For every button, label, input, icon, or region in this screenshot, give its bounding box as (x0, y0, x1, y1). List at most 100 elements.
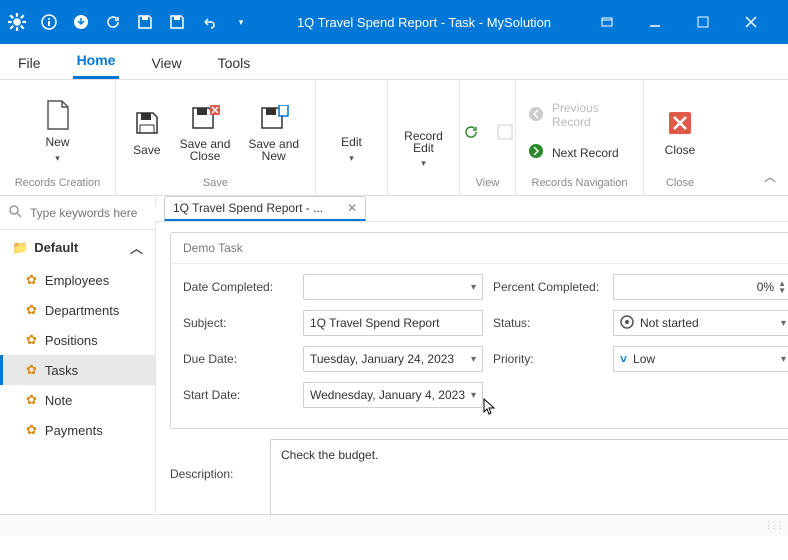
save-button[interactable]: Save (124, 92, 170, 172)
window-title: 1Q Travel Spend Report - Task - MySoluti… (250, 15, 598, 30)
sidebar-item-label: Tasks (45, 363, 78, 378)
label-priority: Priority: (493, 352, 603, 366)
label-status: Status: (493, 316, 603, 330)
start-date-field[interactable]: Wednesday, January 4, 2023 ▾ (303, 382, 483, 408)
ribbon-group-label: View (468, 177, 507, 191)
due-date-field[interactable]: Tuesday, January 24, 2023 ▾ (303, 346, 483, 372)
close-icon (664, 107, 696, 139)
label-subject: Subject: (183, 316, 293, 330)
label-due-date: Due Date: (183, 352, 293, 366)
minimize-icon[interactable] (646, 13, 664, 31)
save-close-button[interactable]: Save and Close (172, 92, 239, 172)
record-edit-button[interactable]: Record Edit ▾ (396, 92, 451, 172)
ribbon-group-save: Save Save and Close Save and New Save (116, 80, 316, 195)
sidebar-group-label: Default (34, 240, 78, 255)
ribbon-group-label: Records Navigation (524, 177, 635, 191)
priority-field[interactable]: ˅ Low ▾ (613, 346, 788, 372)
tab-close-icon[interactable]: ✕ (347, 201, 357, 215)
chevron-down-icon: ▾ (471, 390, 476, 401)
form-panel: Demo Task Date Completed: ▾ Percent Comp… (170, 232, 788, 429)
percent-completed-field[interactable]: 0% ▲▼ (613, 274, 788, 300)
field-value: 1Q Travel Spend Report (310, 316, 439, 330)
document-icon (42, 99, 74, 131)
folder-icon: 📁 (12, 240, 28, 256)
sidebar-item-note[interactable]: ✿ Note (0, 385, 155, 415)
menu-view[interactable]: View (147, 49, 185, 79)
qat-more-icon[interactable]: ▾ (232, 13, 250, 31)
body-area: 📁 Default ︿ ✿ Employees ✿ Departments ✿ … (0, 196, 788, 514)
sidebar-item-employees[interactable]: ✿ Employees (0, 265, 155, 295)
date-completed-field[interactable]: ▾ (303, 274, 483, 300)
menu-tools[interactable]: Tools (214, 49, 255, 79)
info-icon[interactable] (40, 13, 58, 31)
menu-home[interactable]: Home (73, 46, 120, 79)
save-quick-icon[interactable] (136, 13, 154, 31)
status-bar: ⋮⋮⋮ (0, 514, 788, 536)
form-grid: Date Completed: ▾ Percent Completed: 0% … (171, 264, 788, 418)
refresh-icon[interactable] (104, 13, 122, 31)
ribbon-group-record-edit: Record Edit ▾ (388, 80, 460, 195)
document-tab[interactable]: 1Q Travel Spend Report - ... ✕ (164, 196, 366, 221)
ribbon-group-records-creation: New ▾ Records Creation (0, 80, 116, 195)
arrow-left-circle-icon (528, 106, 544, 125)
search-icon (8, 204, 22, 221)
chevron-down-icon: ▾ (471, 282, 476, 293)
gear-icon: ✿ (26, 272, 37, 288)
save-close-icon (189, 102, 221, 134)
chevron-down-icon: ▾ (471, 354, 476, 365)
ribbon-group-close: Close Close (644, 80, 716, 195)
new-button[interactable]: New ▾ (28, 92, 88, 172)
new-label: New (45, 135, 69, 149)
save-close-quick-icon[interactable] (168, 13, 186, 31)
resize-grip-icon[interactable]: ⋮⋮⋮ (764, 520, 782, 531)
save-label: Save (133, 143, 160, 157)
download-icon[interactable] (72, 13, 90, 31)
sidebar-item-positions[interactable]: ✿ Positions (0, 325, 155, 355)
app-gear-icon[interactable] (8, 13, 26, 31)
form-title: Demo Task (171, 233, 788, 264)
sidebar-item-tasks[interactable]: ✿ Tasks (0, 355, 155, 385)
spinner-icon[interactable]: ▲▼ (778, 280, 786, 294)
close-window-icon[interactable] (742, 13, 760, 31)
menu-bar: File Home View Tools (0, 44, 788, 80)
ribbon-group-label: Save (124, 177, 307, 191)
quick-access-toolbar: ▾ (8, 13, 250, 31)
ribbon-display-icon[interactable] (598, 13, 616, 31)
description-field[interactable]: Check the budget. (270, 439, 788, 515)
undo-icon[interactable] (200, 13, 218, 31)
save-new-icon (258, 102, 290, 134)
gear-icon: ✿ (26, 392, 37, 408)
sidebar-item-departments[interactable]: ✿ Departments (0, 295, 155, 325)
refresh-small-icon (455, 116, 487, 148)
chevron-up-icon: ︿ (130, 238, 143, 257)
close-button[interactable]: Close (652, 92, 708, 172)
save-new-button[interactable]: Save and New (240, 92, 307, 172)
save-close-label: Save and Close (172, 138, 239, 162)
edit-label: Edit (341, 135, 362, 149)
edit-button[interactable]: Edit ▾ (324, 92, 379, 172)
field-value: 0% (757, 280, 774, 294)
description-row: Description: Check the budget. (170, 439, 788, 515)
chevron-down-icon: ▾ (349, 153, 354, 164)
chevron-down-icon: ▾ (781, 318, 786, 329)
gear-icon: ✿ (26, 422, 37, 438)
subject-field[interactable]: 1Q Travel Spend Report (303, 310, 483, 336)
label-percent-completed: Percent Completed: (493, 280, 603, 294)
refresh-view-button[interactable] (455, 112, 487, 152)
ribbon-group-label (396, 177, 451, 191)
ribbon-group-label: Close (652, 177, 708, 191)
arrow-right-circle-icon (528, 143, 544, 162)
sidebar-group-header[interactable]: 📁 Default ︿ (0, 230, 155, 265)
maximize-icon[interactable] (694, 13, 712, 31)
ribbon-group-label (324, 177, 379, 191)
field-value: Not started (640, 316, 699, 330)
status-field[interactable]: Not started ▾ (613, 310, 788, 336)
sidebar-item-payments[interactable]: ✿ Payments (0, 415, 155, 445)
edit-icon (336, 99, 368, 131)
collapse-ribbon-icon[interactable]: ︿ (764, 168, 776, 185)
next-record-button[interactable]: Next Record (528, 143, 619, 162)
previous-record-button[interactable]: Previous Record (528, 101, 635, 129)
document-tab-strip: 1Q Travel Spend Report - ... ✕ ﹀ (156, 196, 788, 222)
content-area: 1Q Travel Spend Report - ... ✕ ﹀ Demo Ta… (156, 196, 788, 514)
menu-file[interactable]: File (14, 49, 45, 79)
